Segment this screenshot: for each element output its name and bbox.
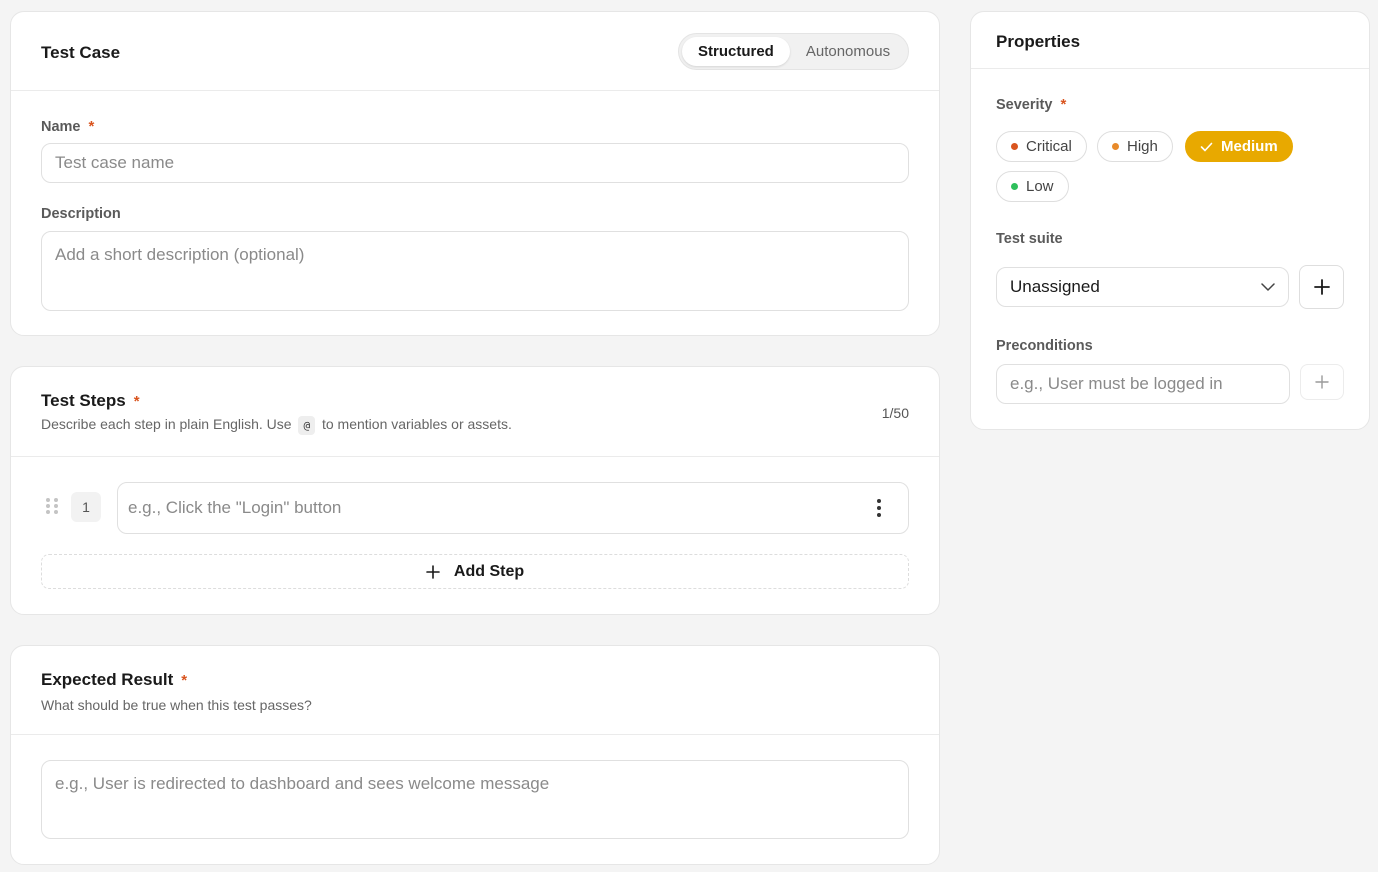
test-suite-value: Unassigned — [1010, 277, 1100, 296]
description-label-row: Description — [41, 205, 121, 223]
add-step-button[interactable]: Add Step — [41, 554, 909, 589]
drag-handle-icon[interactable] — [46, 498, 58, 514]
test-case-header: Test Case Structured Autonomous — [11, 12, 939, 91]
expected-result-subtitle: What should be true when this test passe… — [41, 697, 312, 713]
severity-chip-critical[interactable]: Critical — [996, 131, 1087, 162]
description-placeholder: Add a short description (optional) — [55, 245, 305, 264]
check-icon — [1200, 142, 1213, 151]
subtitle-text: to mention variables or assets. — [321, 416, 512, 433]
severity-chip-label: Low — [1026, 178, 1054, 195]
step-input[interactable]: e.g., Click the "Login" button — [117, 482, 909, 534]
add-step-label: Add Step — [453, 562, 525, 580]
properties-card: Properties Severity * Critical High Mediu… — [970, 11, 1370, 430]
severity-dot — [1011, 143, 1018, 150]
plus-icon — [426, 564, 440, 579]
properties-header: Properties — [971, 12, 1369, 69]
test-steps-title: Test Steps — [41, 391, 126, 410]
expected-result-title-row: Expected Result * — [41, 670, 187, 690]
plus-icon — [1315, 375, 1329, 389]
mention-token: @ — [298, 416, 316, 435]
test-steps-title-row: Test Steps * — [41, 391, 140, 411]
severity-chip-medium[interactable]: Medium — [1185, 131, 1293, 162]
preconditions-label-row: Preconditions — [996, 337, 1093, 355]
test-suite-label: Test suite — [996, 231, 1063, 247]
properties-title: Properties — [996, 32, 1081, 51]
expected-result-placeholder: e.g., User is redirected to dashboard an… — [55, 774, 550, 793]
test-case-title: Test Case — [41, 43, 121, 62]
severity-chip-low[interactable]: Low — [996, 171, 1069, 202]
step-placeholder: e.g., Click the "Login" button — [128, 498, 342, 517]
add-test-suite-button[interactable] — [1299, 265, 1344, 309]
preconditions-label: Preconditions — [996, 338, 1093, 354]
step-more-icon[interactable] — [869, 494, 889, 522]
add-precondition-button[interactable] — [1300, 364, 1344, 400]
mode-structured-tab[interactable]: Structured — [682, 37, 790, 66]
test-case-card: Test Case Structured Autonomous Name * Te… — [10, 11, 940, 336]
severity-chip-label: High — [1127, 138, 1158, 155]
test-steps-subtitle: Describe each step in plain English. Use… — [41, 416, 512, 435]
mode-toggle: Structured Autonomous — [678, 33, 909, 70]
severity-label-row: Severity * — [996, 96, 1066, 114]
preconditions-input[interactable]: e.g., User must be logged in — [996, 364, 1290, 404]
test-suite-select[interactable]: Unassigned — [996, 267, 1289, 307]
expected-result-textarea[interactable]: e.g., User is redirected to dashboard an… — [41, 760, 909, 839]
expected-result-card: Expected Result * What should be true whe… — [10, 645, 940, 865]
severity-label: Severity — [996, 97, 1053, 113]
chevron-down-icon — [1261, 283, 1275, 291]
description-textarea[interactable]: Add a short description (optional) — [41, 231, 909, 311]
name-placeholder: Test case name — [55, 153, 175, 172]
required-mark: * — [88, 118, 95, 135]
name-input[interactable]: Test case name — [41, 143, 909, 183]
test-steps-header: Test Steps * Describe each step in plain … — [11, 367, 939, 457]
mode-autonomous-tab[interactable]: Autonomous — [790, 37, 906, 66]
expected-result-title: Expected Result — [41, 670, 174, 689]
preconditions-placeholder: e.g., User must be logged in — [1010, 374, 1223, 393]
required-mark: * — [1060, 96, 1067, 113]
required-mark: * — [181, 672, 188, 689]
required-mark: * — [133, 393, 140, 410]
subtitle-text: Describe each step in plain English. Use — [41, 416, 292, 433]
severity-chip-label: Medium — [1221, 138, 1278, 155]
severity-dot — [1011, 183, 1018, 190]
plus-icon — [1313, 279, 1330, 295]
name-label: Name — [41, 119, 81, 135]
test-suite-label-row: Test suite — [996, 230, 1063, 248]
expected-result-header: Expected Result * What should be true whe… — [11, 646, 939, 735]
severity-chip-high[interactable]: High — [1097, 131, 1173, 162]
severity-dot — [1112, 143, 1119, 150]
test-steps-card: Test Steps * Describe each step in plain … — [10, 366, 940, 615]
name-label-row: Name * — [41, 118, 94, 136]
severity-chip-label: Critical — [1026, 138, 1072, 155]
description-label: Description — [41, 206, 121, 222]
step-counter: 1/50 — [881, 405, 909, 421]
step-number: 1 — [71, 492, 101, 522]
